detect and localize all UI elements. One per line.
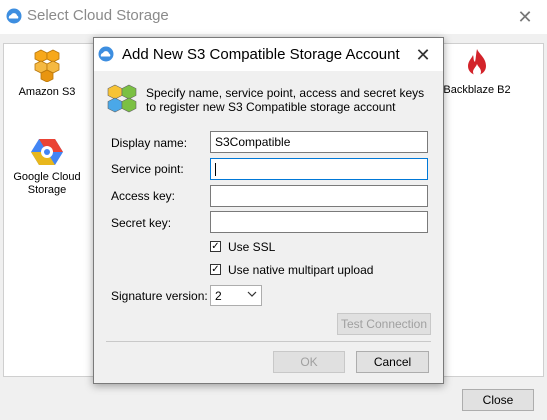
text-caret <box>215 163 216 177</box>
storage-cubes-icon <box>107 84 137 113</box>
amazon-s3-icon <box>34 49 60 82</box>
signature-version-label: Signature version: <box>111 289 208 303</box>
signature-version-select[interactable]: 2 <box>210 285 262 306</box>
backblaze-icon <box>468 49 486 76</box>
outer-window-title: Select Cloud Storage <box>27 7 169 24</box>
display-name-label: Display name: <box>111 136 188 150</box>
provider-amazon-s3[interactable]: Amazon S3 <box>2 48 92 99</box>
provider-backblaze-label: Backblaze B2 <box>443 84 511 96</box>
service-point-label: Service point: <box>111 162 184 176</box>
dialog-close-icon[interactable]: ✕ <box>409 42 437 68</box>
access-key-field[interactable] <box>210 185 428 207</box>
signature-version-value: 2 <box>215 289 222 303</box>
provider-amazon-label: Amazon S3 <box>18 86 76 98</box>
cancel-button[interactable]: Cancel <box>356 351 429 373</box>
access-key-label: Access key: <box>111 189 176 203</box>
provider-google-cloud[interactable]: Google Cloud Storage <box>2 137 92 197</box>
dialog-titlebar: Add New S3 Compatible Storage Account ✕ <box>94 38 443 71</box>
dialog-info-text: Specify name, service point, access and … <box>146 86 425 114</box>
display-name-field[interactable]: S3Compatible <box>210 131 428 153</box>
close-button[interactable]: Close <box>462 389 534 411</box>
secret-key-field[interactable] <box>210 211 428 233</box>
dialog-title: Add New S3 Compatible Storage Account <box>122 46 400 63</box>
add-s3-dialog: Add New S3 Compatible Storage Account ✕ … <box>93 37 444 384</box>
multipart-label: Use native multipart upload <box>228 263 374 277</box>
secret-key-label: Secret key: <box>111 216 172 230</box>
dialog-separator <box>106 341 431 342</box>
outer-close-icon[interactable]: ✕ <box>511 4 539 30</box>
use-ssl-label: Use SSL <box>228 240 276 254</box>
google-cloud-icon <box>31 139 63 165</box>
outer-titlebar: Select Cloud Storage ✕ <box>0 0 547 34</box>
use-ssl-checkbox[interactable]: ✓ <box>210 241 221 252</box>
service-point-field[interactable] <box>210 158 428 180</box>
provider-backblaze-b2[interactable]: Backblaze B2 <box>432 48 522 97</box>
cloud-app-icon <box>6 8 22 24</box>
ok-button[interactable]: OK <box>273 351 345 373</box>
test-connection-button[interactable]: Test Connection <box>337 313 431 335</box>
cloud-app-icon <box>98 46 114 62</box>
provider-google-label: Google Cloud Storage <box>13 171 81 196</box>
multipart-checkbox[interactable]: ✓ <box>210 264 221 275</box>
chevron-down-icon <box>247 291 257 297</box>
